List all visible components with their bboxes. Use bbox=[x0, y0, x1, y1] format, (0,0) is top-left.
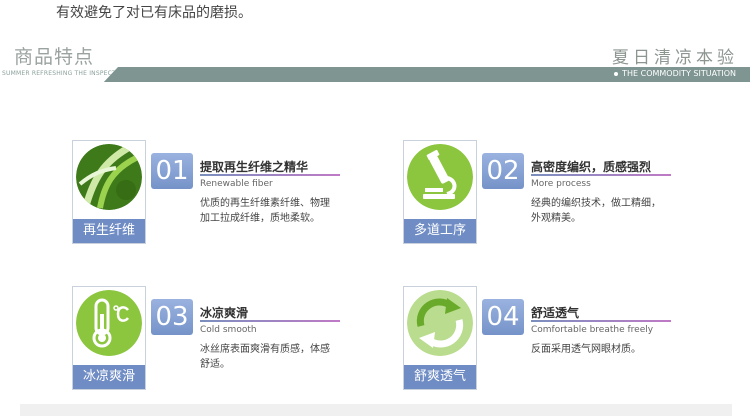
feature-subtitle: Comfortable breathe freely bbox=[531, 325, 654, 335]
feature-icon-label: 多道工序 bbox=[404, 219, 476, 243]
feature-number: 02 bbox=[482, 153, 524, 189]
feature-description: 反面采用透气网眼材质。 bbox=[531, 344, 641, 355]
header-band: SUMMER REFRESHING THE INSPECTION THE COM… bbox=[0, 67, 750, 82]
feature-title: 舒适透气 bbox=[531, 306, 580, 320]
feature-number: 01 bbox=[151, 153, 193, 189]
feature-icon-card: 多道工序 bbox=[403, 140, 477, 244]
feature-icon-label: 再生纤维 bbox=[73, 219, 145, 243]
feature-title: 冰凉爽滑 bbox=[200, 306, 249, 320]
feature-03: 冰凉爽滑 03 冰凉爽滑 Cold smooth 冰丝席表面爽滑有质感，体感舒适… bbox=[72, 286, 392, 396]
feature-subtitle: Cold smooth bbox=[200, 325, 257, 335]
section-header: 商品特点 夏日清凉本验 SUMMER REFRESHING THE INSPEC… bbox=[0, 40, 750, 84]
section-slogan: 夏日清凉本验 bbox=[612, 48, 738, 68]
feature-01: 再生纤维 01 提取再生纤维之精华 Renewable fiber 优质的再生纤… bbox=[72, 140, 392, 250]
bullet-dot-icon bbox=[614, 71, 619, 76]
feature-02: 多道工序 02 高密度编织，质感强烈 More process 经典的编织技术，… bbox=[403, 140, 723, 250]
feature-icon-card: 冰凉爽滑 bbox=[72, 286, 146, 390]
feature-icon-label: 冰凉爽滑 bbox=[73, 365, 145, 389]
feature-underline bbox=[200, 320, 340, 322]
feature-underline bbox=[531, 174, 671, 176]
feature-description: 冰丝席表面爽滑有质感，体感舒适。 bbox=[200, 344, 330, 370]
feature-underline bbox=[531, 320, 671, 322]
feature-04: 舒爽透气 04 舒适透气 Comfortable breathe freely … bbox=[403, 286, 723, 396]
feature-subtitle: More process bbox=[531, 179, 591, 189]
intro-text: 有效避免了对已有床品的磨损。 bbox=[56, 5, 252, 21]
band-left-text: SUMMER REFRESHING THE INSPECTION bbox=[2, 70, 128, 77]
feature-description: 经典的编织技术，做工精细，外观精美。 bbox=[531, 198, 661, 224]
feature-number: 04 bbox=[482, 299, 524, 335]
band-right-text: THE COMMODITY SITUATION bbox=[622, 69, 736, 78]
feature-number: 03 bbox=[151, 299, 193, 335]
feature-description: 优质的再生纤维素纤维、物理加工拉成纤维，质地柔软。 bbox=[200, 198, 330, 224]
band-left-tab: SUMMER REFRESHING THE INSPECTION bbox=[0, 67, 118, 82]
band-right-label: THE COMMODITY SITUATION bbox=[614, 69, 736, 78]
feature-icon-card: 再生纤维 bbox=[72, 140, 146, 244]
section-title: 商品特点 bbox=[14, 46, 95, 68]
leaf-icon bbox=[76, 144, 142, 210]
feature-subtitle: Renewable fiber bbox=[200, 179, 273, 189]
feature-title: 提取再生纤维之精华 bbox=[200, 160, 309, 174]
thermometer-icon bbox=[76, 290, 142, 356]
recycle-arrows-icon bbox=[407, 290, 473, 356]
feature-icon-card: 舒爽透气 bbox=[403, 286, 477, 390]
microscope-icon bbox=[407, 144, 473, 210]
footer-bar bbox=[20, 404, 732, 416]
feature-icon-label: 舒爽透气 bbox=[404, 365, 476, 389]
feature-title: 高密度编织，质感强烈 bbox=[531, 160, 652, 174]
feature-underline bbox=[200, 174, 340, 176]
